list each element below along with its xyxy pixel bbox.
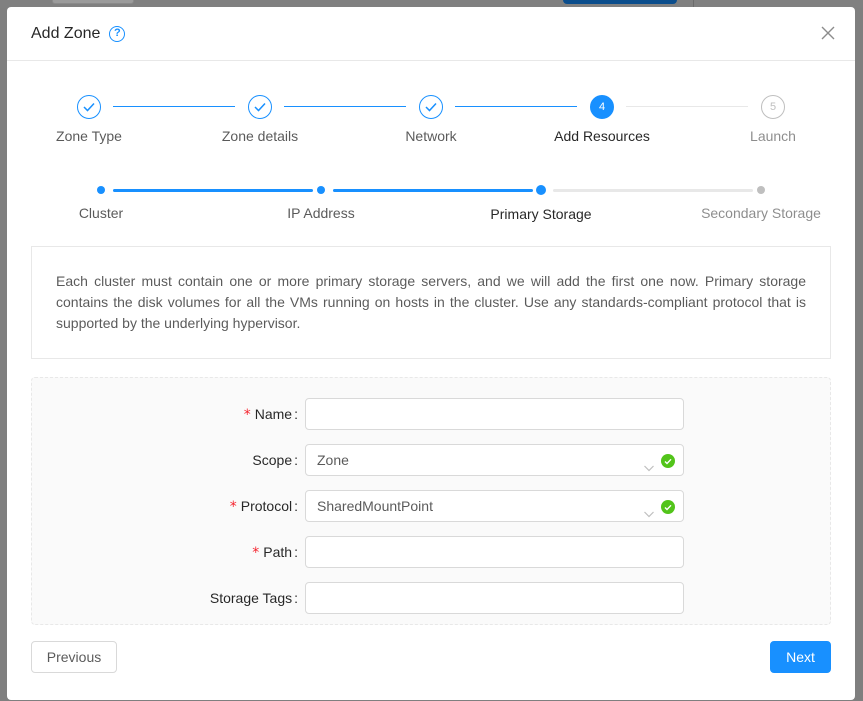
scope-select[interactable]: Zone	[305, 444, 684, 476]
protocol-label: * Protocol:	[229, 498, 298, 515]
next-button[interactable]: Next	[770, 641, 831, 673]
step-label: Add Resources	[554, 128, 650, 144]
substep-ip-address: IP Address	[241, 185, 401, 221]
chevron-down-icon	[643, 500, 655, 518]
substep-label: Secondary Storage	[701, 205, 821, 221]
step-network: Network	[371, 95, 491, 144]
storage-tags-input[interactable]	[305, 582, 684, 614]
substep-dot	[317, 186, 325, 194]
protocol-select[interactable]: SharedMountPoint	[305, 490, 684, 522]
path-label: * Path:	[252, 544, 298, 561]
check-icon	[419, 95, 443, 119]
label-text: Storage Tags	[209, 590, 293, 606]
substep-label: IP Address	[287, 205, 355, 221]
modal-title: Add Zone	[31, 24, 101, 42]
required-mark: *	[243, 407, 251, 423]
scope-label: Scope:	[252, 452, 298, 468]
resource-substeps: Cluster IP Address Primary Storage Secon…	[7, 185, 855, 235]
background-primary-button	[563, 0, 677, 4]
form-row-name: * Name:	[32, 398, 832, 430]
info-text: Each cluster must contain one or more pr…	[56, 273, 806, 331]
success-check-icon	[661, 500, 675, 514]
protocol-value: SharedMountPoint	[317, 498, 433, 514]
form-row-scope: Scope: Zone	[32, 444, 832, 476]
name-input[interactable]	[305, 398, 684, 430]
previous-button[interactable]: Previous	[31, 641, 117, 673]
substep-dot	[536, 185, 546, 195]
form-row-protocol: * Protocol: SharedMountPoint	[32, 490, 832, 522]
info-box: Each cluster must contain one or more pr…	[31, 246, 831, 359]
label-text: Protocol	[240, 498, 293, 514]
substep-secondary-storage: Secondary Storage	[681, 185, 841, 221]
close-icon[interactable]	[819, 24, 837, 42]
primary-storage-form: * Name: Scope: Zone * Protocol: SharedMoun…	[31, 377, 831, 625]
substep-primary-storage: Primary Storage	[461, 185, 621, 222]
success-check-icon	[661, 454, 675, 468]
add-zone-modal: Add Zone ? Zone Type Zone details Networ…	[7, 7, 855, 700]
step-zone-details: Zone details	[200, 95, 320, 144]
path-input[interactable]	[305, 536, 684, 568]
step-add-resources: 4 Add Resources	[542, 95, 662, 144]
substep-cluster: Cluster	[21, 185, 181, 221]
form-row-storage-tags: Storage Tags:	[32, 582, 832, 614]
name-label: * Name:	[243, 406, 298, 423]
check-icon	[248, 95, 272, 119]
substep-label: Cluster	[78, 205, 124, 221]
scope-value: Zone	[317, 452, 349, 468]
label-text: Path	[263, 544, 293, 560]
step-zone-type: Zone Type	[29, 95, 149, 144]
zone-steps: Zone Type Zone details Network 4 Add Res…	[7, 95, 855, 155]
step-label: Zone details	[221, 128, 299, 144]
required-mark: *	[229, 499, 237, 515]
step-number: 4	[590, 95, 614, 119]
substep-label: Primary Storage	[490, 206, 592, 222]
check-icon	[77, 95, 101, 119]
substep-dot	[757, 186, 765, 194]
question-circle-icon[interactable]: ?	[109, 25, 126, 42]
chevron-down-icon	[643, 454, 655, 472]
background-button	[52, 0, 134, 4]
step-label: Network	[405, 128, 457, 144]
step-launch: 5 Launch	[713, 95, 833, 144]
label-text: Name	[254, 406, 293, 422]
storage-tags-label: Storage Tags:	[209, 590, 298, 606]
required-mark: *	[252, 545, 260, 561]
substep-dot	[97, 186, 105, 194]
step-number: 5	[761, 95, 785, 119]
label-text: Scope	[252, 452, 293, 468]
step-label: Zone Type	[56, 128, 122, 144]
step-label: Launch	[750, 128, 796, 144]
form-row-path: * Path:	[32, 536, 832, 568]
modal-header: Add Zone ?	[7, 7, 855, 61]
